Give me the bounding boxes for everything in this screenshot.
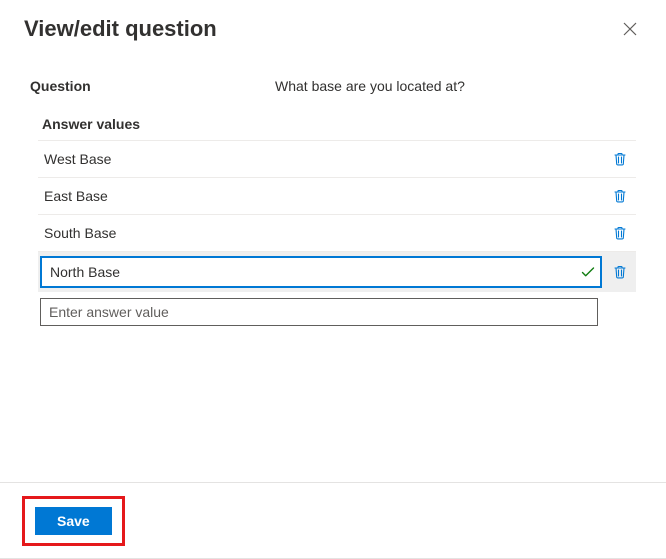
answer-row: West Base (38, 141, 636, 178)
answer-editing-row (38, 252, 636, 292)
panel-title: View/edit question (24, 16, 217, 42)
trash-icon (612, 225, 628, 241)
answers-header: Answer values (38, 106, 636, 141)
delete-answer-button[interactable] (608, 149, 632, 169)
close-button[interactable] (618, 17, 642, 41)
answer-row: East Base (38, 178, 636, 215)
delete-answer-button[interactable] (608, 223, 632, 243)
answer-new-input[interactable] (40, 298, 598, 326)
delete-answer-button[interactable] (608, 262, 632, 282)
question-label: Question (30, 78, 275, 94)
delete-answer-button[interactable] (608, 186, 632, 206)
answer-value: South Base (44, 225, 608, 241)
save-highlight: Save (22, 496, 125, 546)
close-icon (622, 21, 638, 37)
trash-icon (612, 264, 628, 280)
answer-value: East Base (44, 188, 608, 204)
trash-icon (612, 151, 628, 167)
answer-edit-input[interactable] (40, 256, 602, 288)
question-text: What base are you located at? (275, 78, 465, 94)
save-button[interactable]: Save (35, 507, 112, 535)
answer-new-row (38, 292, 636, 332)
answer-row: South Base (38, 215, 636, 252)
trash-icon (612, 188, 628, 204)
answer-value: West Base (44, 151, 608, 167)
checkmark-icon (580, 264, 596, 280)
